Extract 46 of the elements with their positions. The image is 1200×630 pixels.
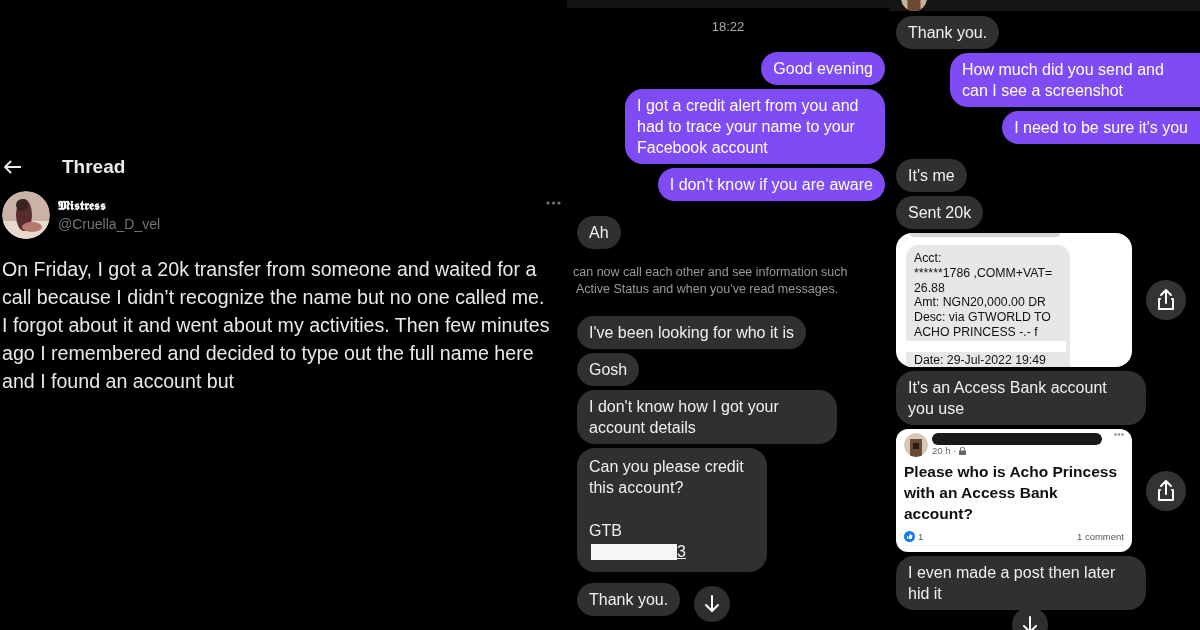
share-button[interactable] bbox=[1146, 470, 1186, 511]
receipt-text: Desc: via GTWORLD TO bbox=[914, 310, 1052, 325]
share-button[interactable] bbox=[1146, 280, 1186, 320]
received-message: It's an Access Bank account you use bbox=[896, 371, 1146, 425]
received-message: I don't know how I got your account details bbox=[577, 390, 837, 444]
post-time: 20 h · bbox=[932, 445, 957, 456]
author-handle[interactable]: @Cruella_D_vel bbox=[58, 216, 161, 232]
tweet-text: I forgot about it and went about my activities. Then few minutes ago I remembered and decided to type out the full name here and I found an account but bbox=[2, 313, 550, 394]
like-icon bbox=[904, 531, 915, 542]
author-name[interactable]: 𝕸𝖎𝖘𝖙𝖗𝖊𝖘𝖘 bbox=[58, 198, 161, 214]
tweet-text: On Friday, I got a 20k transfer from someone and waited for a call because I didn’t recognize the name but no one called me. bbox=[2, 257, 546, 310]
receipt-text: ACHO PRINCESS -.- f bbox=[914, 325, 1039, 340]
account-number-link[interactable]: 3 bbox=[677, 541, 686, 562]
sent-message: Good evening bbox=[761, 52, 885, 85]
message-text: Can you please credit bbox=[589, 457, 745, 477]
chat-notice-text: can now call each other and see information such bbox=[573, 264, 849, 281]
message-text: this account? bbox=[589, 478, 685, 498]
scroll-down-button[interactable] bbox=[694, 586, 731, 622]
timestamp: 18:22 bbox=[710, 19, 746, 36]
receipt-text: ******1786 ,COMM+VAT= bbox=[914, 265, 1054, 281]
comment-count[interactable]: 1 comment bbox=[1077, 531, 1124, 542]
more-icon[interactable] bbox=[1114, 433, 1124, 436]
sent-message: I got a credit alert from you and had to trace your name to your Facebook account bbox=[625, 89, 885, 164]
received-message: Sent 20k bbox=[896, 196, 984, 229]
received-message: Gosh bbox=[577, 353, 640, 386]
post-text: Please who is Acho Princess with an Access Bank account? bbox=[904, 462, 1119, 524]
receipt-text: Amt: NGN20,000.00 DR bbox=[914, 295, 1047, 311]
sent-message: I don't know if you are aware bbox=[657, 168, 885, 201]
chat-notice-text: Active Status and when you've read messages. bbox=[575, 281, 840, 298]
received-message: I've been looking for who it is bbox=[577, 316, 806, 349]
received-message: Ah bbox=[577, 216, 621, 249]
receipt-text: 26.88 bbox=[914, 280, 946, 296]
sent-message: How much did you send and can I see a screenshot bbox=[950, 53, 1200, 107]
back-arrow-icon[interactable] bbox=[4, 160, 22, 174]
lock-icon bbox=[959, 446, 967, 455]
receipt-text: Date: 29-Jul-2022 19:49 bbox=[914, 352, 1047, 367]
received-message: Thank you. bbox=[896, 16, 1000, 49]
receipt-text: Acct: bbox=[914, 251, 943, 266]
received-message: I even made a post then later hid it bbox=[896, 556, 1146, 610]
received-message: Thank you. bbox=[577, 582, 681, 616]
received-message: It's me bbox=[896, 159, 967, 192]
sent-message: I need to be sure it's you bbox=[1002, 111, 1200, 144]
like-count: 1 bbox=[918, 531, 924, 542]
message-text: GTB bbox=[589, 521, 623, 541]
page-title: Thread bbox=[62, 156, 126, 178]
more-icon[interactable] bbox=[546, 201, 561, 205]
